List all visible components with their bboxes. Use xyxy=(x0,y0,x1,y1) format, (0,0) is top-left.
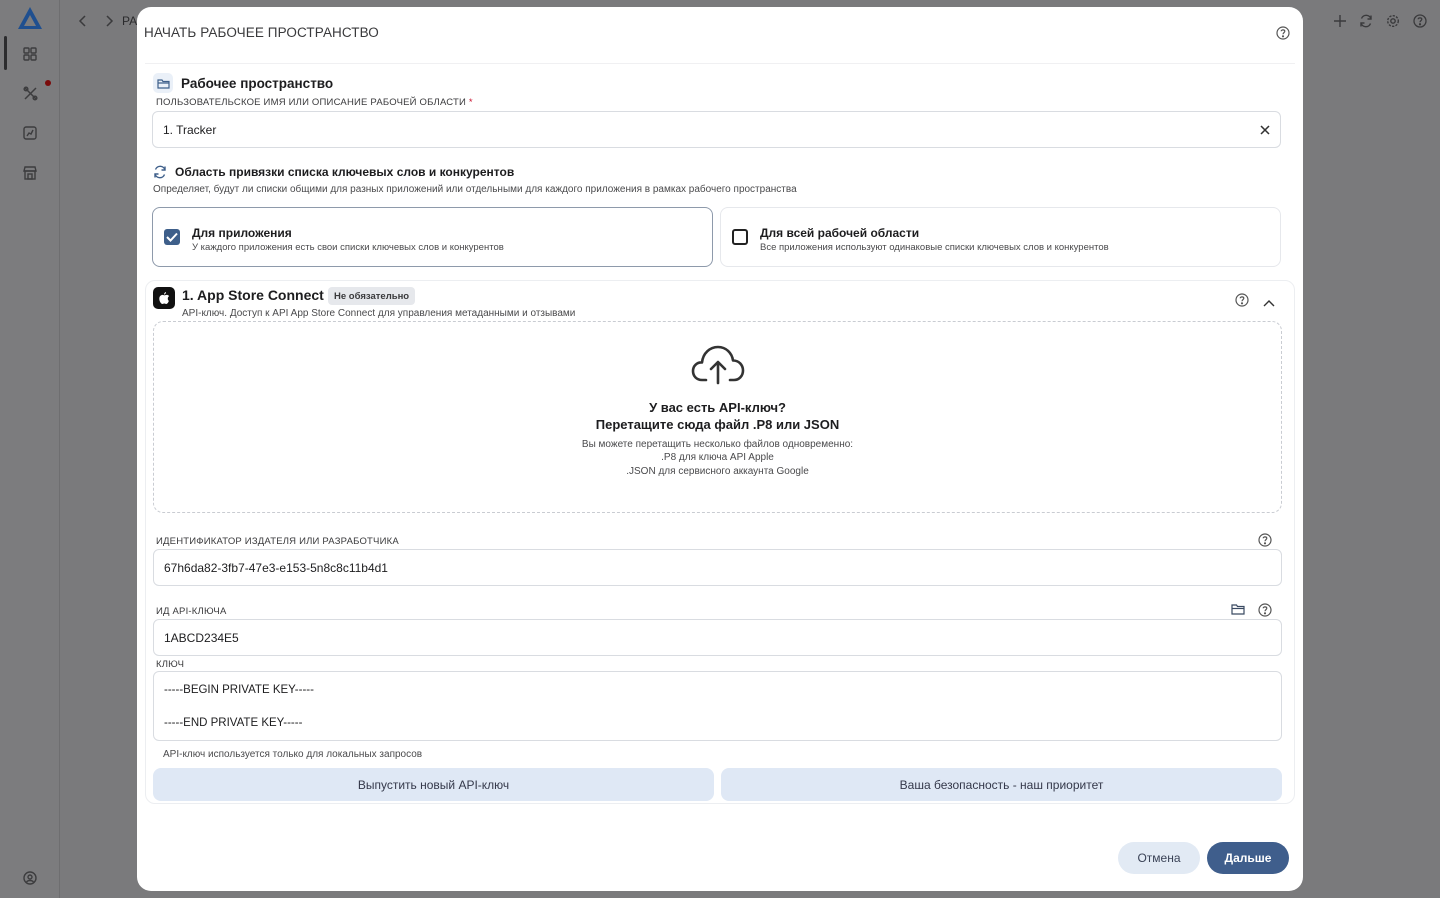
folder-icon[interactable] xyxy=(1231,602,1245,616)
workspace-heading: Рабочее пространство xyxy=(153,73,333,93)
plus-icon[interactable] xyxy=(1331,12,1349,30)
help-icon[interactable] xyxy=(1258,533,1272,547)
back-icon[interactable] xyxy=(74,12,92,30)
key-id-value: 1ABCD234E5 xyxy=(164,630,239,645)
dropzone-question: У вас есть API-ключ? xyxy=(649,400,786,415)
cancel-button[interactable]: Отмена xyxy=(1118,842,1200,874)
app-sidebar xyxy=(0,0,60,898)
app-store-connect-card: 1. App Store Connect Не обязательно API-… xyxy=(145,280,1295,804)
refresh-icon[interactable] xyxy=(1357,12,1375,30)
key-label: КЛЮЧ xyxy=(156,659,185,670)
scope-heading: Область привязки списка ключевых слов и … xyxy=(153,165,514,179)
issue-new-key-button[interactable]: Выпустить новый API-ключ xyxy=(153,768,714,801)
workspace-name-label: ПОЛЬЗОВАТЕЛЬСКОЕ ИМЯ ИЛИ ОПИСАНИЕ РАБОЧЕ… xyxy=(156,97,473,108)
help-icon[interactable] xyxy=(1411,12,1429,30)
chart-icon[interactable] xyxy=(20,123,40,143)
checkbox-app[interactable] xyxy=(164,229,180,245)
key-note: API-ключ используется только для локальн… xyxy=(163,749,423,760)
notification-dot xyxy=(45,80,51,86)
workspace-name-input[interactable]: 1. Tracker xyxy=(152,111,1281,148)
private-key-line-end: -----END PRIVATE KEY----- xyxy=(164,717,303,729)
app-store-connect-title: 1. App Store Connect xyxy=(182,287,324,303)
next-button[interactable]: Дальше xyxy=(1207,842,1289,874)
chevron-up-icon[interactable] xyxy=(1262,296,1276,310)
scope-option-workspace-title: Для всей рабочей области xyxy=(760,226,920,240)
folder-icon xyxy=(153,73,173,93)
issuer-id-input[interactable]: 67h6da82-3fb7-47e3-e153-5n8c8c11b4d1 xyxy=(153,549,1282,586)
dropzone-hint-2: .P8 для ключа API Apple xyxy=(661,452,774,463)
dropzone-hint-3: .JSON для сервисного аккаунта Google xyxy=(626,466,809,477)
issuer-id-label: ИДЕНТИФИКАТОР ИЗДАТЕЛЯ ИЛИ РАЗРАБОТЧИКА xyxy=(156,536,399,547)
forward-icon[interactable] xyxy=(100,12,118,30)
dropzone-hint-1: Вы можете перетащить несколько файлов од… xyxy=(581,439,854,450)
tools-icon[interactable] xyxy=(20,83,40,103)
scope-option-workspace[interactable]: Для всей рабочей области Все приложения … xyxy=(720,207,1281,267)
modal-body: Рабочее пространство ПОЛЬЗОВАТЕЛЬСКОЕ ИМ… xyxy=(145,63,1295,823)
required-mark: * xyxy=(468,97,473,108)
apple-icon xyxy=(153,287,175,309)
workspace-heading-text: Рабочее пространство xyxy=(181,75,334,91)
help-icon[interactable] xyxy=(1235,293,1249,307)
help-icon[interactable] xyxy=(1276,26,1290,40)
dropzone-instruction: Перетащите сюда файл .P8 или JSON xyxy=(595,417,840,432)
sidebar-active-indicator xyxy=(4,36,7,70)
scope-heading-text: Область привязки списка ключевых слов и … xyxy=(175,165,515,179)
checkbox-workspace[interactable] xyxy=(732,229,748,245)
scope-option-app[interactable]: Для приложения У каждого приложения есть… xyxy=(152,207,713,267)
optional-badge: Не обязательно xyxy=(328,287,416,305)
key-id-label: ИД API-КЛЮЧА xyxy=(156,606,227,617)
user-icon[interactable] xyxy=(20,868,40,888)
breadcrumb[interactable]: PA xyxy=(122,14,137,28)
gear-icon[interactable] xyxy=(1384,12,1402,30)
key-id-input[interactable]: 1ABCD234E5 xyxy=(153,619,1282,656)
scope-option-app-subtitle: У каждого приложения есть свои списки кл… xyxy=(192,242,504,253)
scope-option-app-title: Для приложения xyxy=(192,226,292,240)
security-button[interactable]: Ваша безопасность - наш приоритет xyxy=(721,768,1282,801)
app-store-connect-subtitle: API-ключ. Доступ к API App Store Connect… xyxy=(182,308,576,319)
grid-icon[interactable] xyxy=(20,44,40,64)
refresh-icon xyxy=(154,165,166,179)
help-icon[interactable] xyxy=(1258,603,1272,617)
scope-description: Определяет, будут ли списки общими для р… xyxy=(153,184,797,195)
store-icon[interactable] xyxy=(20,163,40,183)
private-key-textarea[interactable]: -----BEGIN PRIVATE KEY----- -----END PRI… xyxy=(153,671,1282,741)
cloud-upload-icon xyxy=(691,345,745,385)
workspace-name-label-text: ПОЛЬЗОВАТЕЛЬСКОЕ ИМЯ ИЛИ ОПИСАНИЕ РАБОЧЕ… xyxy=(156,97,467,108)
file-dropzone[interactable]: У вас есть API-ключ? Перетащите сюда фай… xyxy=(153,321,1282,513)
close-icon[interactable] xyxy=(1258,123,1272,137)
workspace-name-value: 1. Tracker xyxy=(163,122,217,137)
modal-title: НАЧАТЬ РАБОЧЕЕ ПРОСТРАНСТВО xyxy=(144,25,379,40)
scope-option-workspace-subtitle: Все приложения используют одинаковые спи… xyxy=(760,242,1109,253)
private-key-line-begin: -----BEGIN PRIVATE KEY----- xyxy=(164,684,314,696)
start-workspace-modal: НАЧАТЬ РАБОЧЕЕ ПРОСТРАНСТВО Рабочее прос… xyxy=(137,7,1303,891)
logo-icon[interactable] xyxy=(17,6,43,30)
issuer-id-value: 67h6da82-3fb7-47e3-e153-5n8c8c11b4d1 xyxy=(164,560,388,575)
